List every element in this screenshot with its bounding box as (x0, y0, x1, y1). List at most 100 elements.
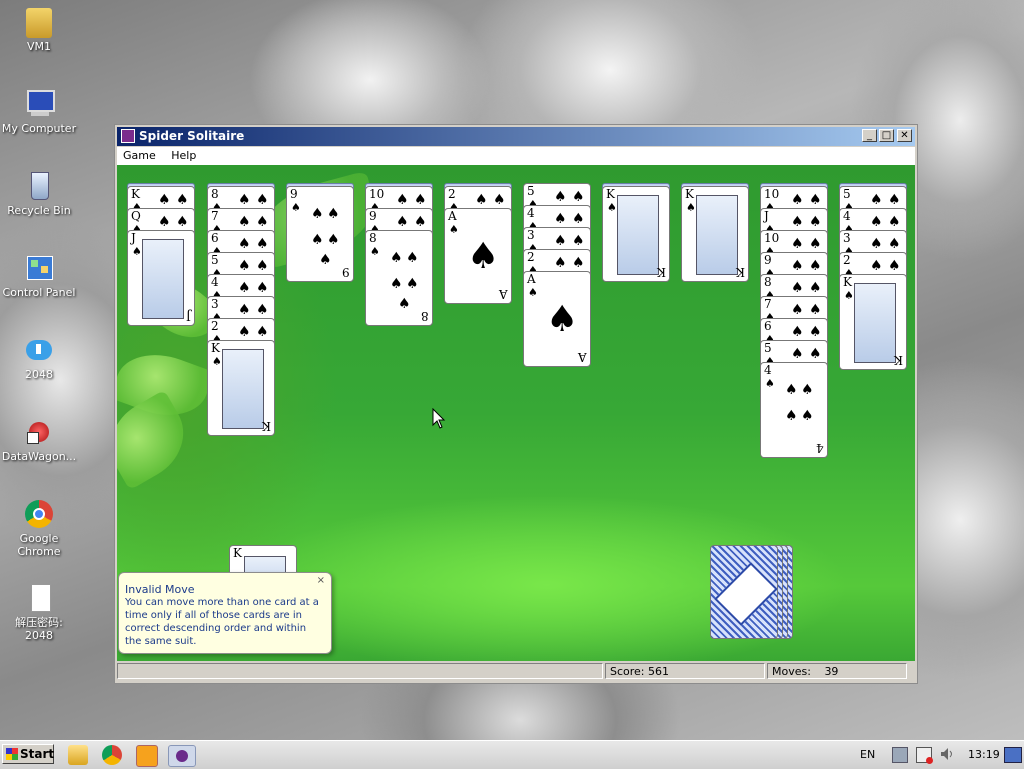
chrome-taskbar-icon[interactable] (102, 745, 122, 765)
spade-icon: ♠ (449, 223, 459, 236)
card[interactable]: 4 ♠ ♠ ♠ ♠ ♠ 4 (760, 362, 828, 458)
spade-icon: ♠ (791, 346, 804, 362)
score-label: Score: (610, 665, 645, 678)
card-rank: 7 (764, 297, 772, 311)
desktop-icon-datawagon[interactable]: DataWagon... (0, 416, 78, 463)
maximize-button[interactable]: □ (879, 129, 894, 142)
minimize-button[interactable]: _ (862, 129, 877, 142)
desktop-icon-label: Control Panel (2, 286, 76, 299)
security-warning-icon[interactable] (916, 747, 933, 764)
spade-icon: ♠ (791, 192, 804, 208)
spade-icon: ♠ (801, 382, 814, 398)
face-card-image (854, 283, 896, 363)
card-rank: 9 (764, 253, 772, 267)
recycle-bin-icon (23, 170, 55, 202)
title-bar[interactable]: Spider Solitaire _ □ ✕ (117, 127, 915, 146)
moves-field: Moves: 39 (767, 663, 907, 679)
card[interactable]: K ♠ K (839, 274, 907, 370)
diamond-pattern-icon (714, 562, 778, 626)
spade-icon: ♠ (809, 302, 822, 318)
spade-icon: ♠ (396, 214, 409, 230)
spade-icon: ♠ (791, 258, 804, 274)
spade-icon: ♠ (870, 258, 883, 274)
card[interactable]: A ♠ ♠ A (523, 271, 591, 367)
card[interactable]: A ♠ ♠ A (444, 208, 512, 304)
volume-icon[interactable] (940, 747, 954, 761)
card-rank: 3 (527, 228, 535, 242)
desktop-icon-google-chrome[interactable]: Google Chrome (0, 498, 78, 558)
moves-label: Moves: (772, 665, 811, 678)
windows-logo-icon (6, 748, 18, 760)
spade-icon: ♠ (572, 255, 585, 271)
language-indicator[interactable]: EN (860, 748, 875, 761)
start-button[interactable]: Start (2, 744, 54, 764)
spade-icon: ♠ (291, 201, 301, 214)
folder-icon (26, 8, 52, 38)
spade-icon: ♠ (809, 346, 822, 362)
spade-icon: ♠ (809, 192, 822, 208)
spade-icon: ♠ (809, 236, 822, 252)
ace-spade-icon: ♠ (467, 236, 500, 277)
network-icon[interactable] (892, 747, 908, 763)
spade-icon: ♠ (256, 236, 269, 252)
desktop-icon-my-computer[interactable]: My Computer (0, 88, 78, 135)
spade-icon: ♠ (256, 258, 269, 274)
explorer-icon[interactable] (68, 745, 88, 765)
spade-icon: ♠ (791, 214, 804, 230)
card[interactable]: K ♠ K (207, 340, 275, 436)
spade-icon: ♠ (158, 192, 171, 208)
desktop-icon-recycle-bin[interactable]: Recycle Bin (0, 170, 78, 217)
spade-icon: ♠ (256, 280, 269, 296)
card-rank: 2 (448, 187, 456, 201)
card-rank: 8 (369, 231, 377, 245)
menu-help[interactable]: Help (165, 147, 202, 164)
desktop-icon-password-file[interactable]: 解压密码: 2048 (0, 582, 78, 642)
card[interactable]: 9 ♠ ♠ ♠ ♠ ♠ ♠ 9 (286, 186, 354, 282)
card-rank-bottom: J (186, 309, 191, 323)
tooltip-close-button[interactable]: × (317, 575, 325, 586)
card[interactable]: K ♠ K (681, 186, 749, 282)
card-rank: K (211, 341, 220, 355)
card-rank: 5 (211, 253, 219, 267)
face-card-image (142, 239, 184, 319)
card-rank: 3 (843, 231, 851, 245)
spade-icon: ♠ (176, 214, 189, 230)
card[interactable]: 8 ♠ ♠ ♠ ♠ ♠ ♠ 8 (365, 230, 433, 326)
mouse-cursor-icon (432, 408, 446, 429)
desktop-icon-vm1[interactable]: VM1 (0, 8, 78, 53)
close-button[interactable]: ✕ (897, 129, 912, 142)
spade-icon: ♠ (475, 192, 488, 208)
card-rank: 10 (764, 231, 780, 245)
spade-icon: ♠ (554, 255, 567, 271)
desktop-icon-2048[interactable]: 2048 (0, 334, 78, 381)
show-desktop-icon[interactable] (1004, 747, 1022, 763)
spade-icon: ♠ (809, 258, 822, 274)
card-rank: 5 (527, 184, 535, 198)
face-card-image (222, 349, 264, 429)
card-rank-bottom: 8 (421, 309, 429, 323)
spade-icon: ♠ (528, 286, 538, 299)
menu-game[interactable]: Game (117, 147, 162, 164)
spade-icon: ♠ (493, 192, 506, 208)
desktop-icon-label: VM1 (26, 40, 51, 53)
card-rank: 10 (369, 187, 385, 201)
spade-icon: ♠ (238, 192, 251, 208)
spade-icon: ♠ (398, 296, 411, 312)
spade-icon: ♠ (238, 280, 251, 296)
spider-solitaire-taskbar-icon[interactable] (168, 745, 196, 767)
spade-icon: ♠ (785, 382, 798, 398)
card[interactable]: J ♠ J (127, 230, 195, 326)
score-value: 561 (648, 665, 670, 678)
card[interactable]: K ♠ K (602, 186, 670, 282)
desktop-icon-label: My Computer (1, 122, 77, 135)
spade-icon: ♠ (809, 280, 822, 296)
cloud-download-icon (23, 334, 55, 366)
desktop-icon-control-panel[interactable]: Control Panel (0, 252, 78, 299)
spade-icon: ♠ (406, 250, 419, 266)
card-rank-bottom: A (578, 350, 587, 364)
control-panel-icon (23, 252, 55, 284)
media-player-icon[interactable] (136, 745, 158, 767)
spade-icon: ♠ (888, 214, 901, 230)
spade-icon: ♠ (791, 236, 804, 252)
spade-icon: ♠ (212, 355, 222, 368)
